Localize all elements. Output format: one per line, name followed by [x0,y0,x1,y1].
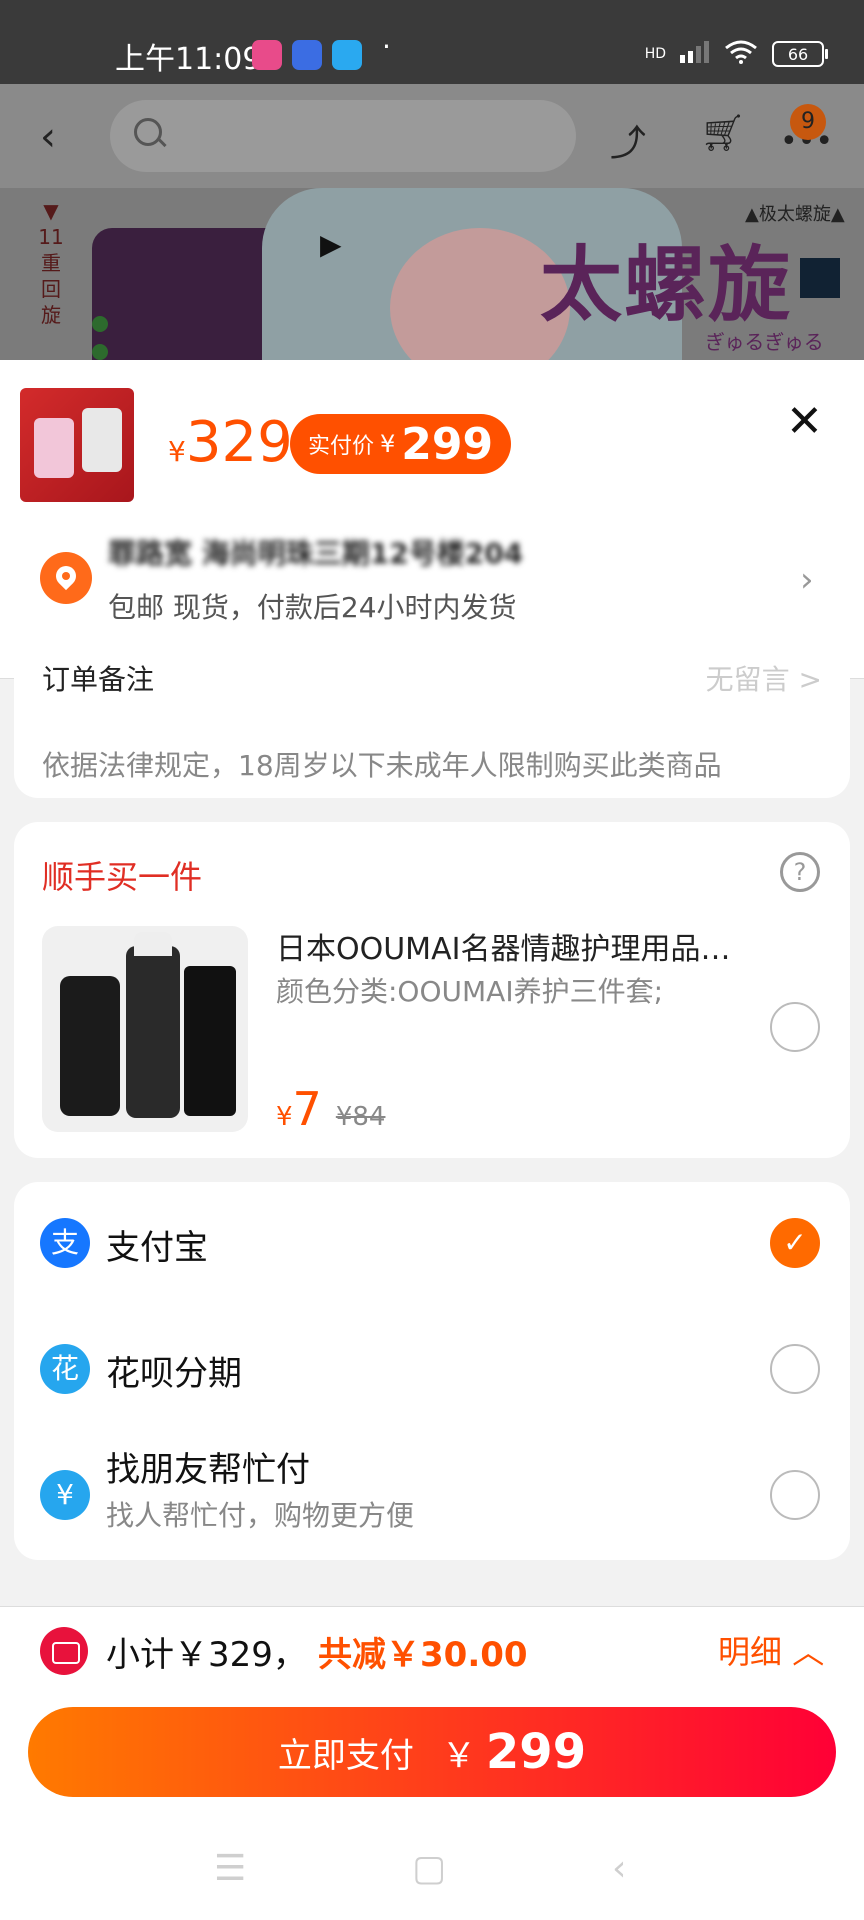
addon-price: ¥7 ¥84 [276,1082,385,1136]
banner-dots [92,316,108,360]
payment-option-huabei[interactable]: 花 花呗分期 [14,1308,850,1418]
status-time: 上午11:09 [115,42,262,77]
order-note-label[interactable]: 订单备注 [42,658,154,698]
pay-button-currency: ￥ [441,1735,476,1776]
huabei-icon: 花 [40,1344,90,1394]
location-icon [40,552,92,604]
banner-vertical-text: ▼ 11 重回旋 [38,199,64,327]
discount-text: 共减￥30.00 [318,1635,528,1675]
cart-icon[interactable]: 🛒︎ [700,112,746,154]
price-currency: ¥ [168,435,186,468]
pay-now-button[interactable]: 立即支付 ￥ 299 [28,1707,836,1797]
search-icon [134,118,162,146]
addon-product-name[interactable]: 日本OOUMAI名器情趣护理用品… [276,924,796,968]
addon-price-currency: ¥ [276,1102,293,1132]
home-icon[interactable]: ▢ [412,1848,446,1889]
signal-icon [680,41,710,67]
delivery-address[interactable]: 罪路宽 海尚明珠三期12号楼204 [108,532,523,572]
banner-shape [92,228,272,360]
shipping-info: 包邮 现货，付款后24小时内发货 [108,591,517,624]
play-icon[interactable]: ▶ [320,228,342,261]
addon-original-price: ¥84 [335,1102,386,1132]
order-notes-card: 订单备注 无留言 > 依据法律规定，18周岁以下未成年人限制购买此类商品 [14,663,850,798]
payment-name: 支付宝 [106,1228,208,1268]
pay-button-label: 立即支付 [277,1735,414,1776]
back-icon[interactable]: ‹ [612,1848,626,1889]
system-nav-bar: ☰ ▢ ‹ [0,1816,864,1920]
top-nav: ‹ ⤴ 🛒︎ ••• 9 [0,84,864,188]
addon-product-image[interactable] [42,926,248,1132]
product-thumbnail[interactable] [20,388,134,502]
close-icon[interactable]: ✕ [786,400,823,444]
order-note-value[interactable]: 无留言 > [706,658,822,698]
subtotal-text: 小计￥329， [106,1635,307,1675]
legal-notice: 依据法律规定，18周岁以下未成年人限制购买此类商品 [42,749,722,782]
payment-name: 花呗分期 [106,1354,242,1394]
actual-pay-badge: 实付价 ¥ 299 [290,414,512,474]
cart-badge: 9 [790,104,826,140]
back-arrow-icon[interactable]: ‹ [40,114,56,160]
addon-price-value: 7 [292,1082,322,1136]
sku-sheet: ¥329 实付价 ¥ 299 ✕ 罪路宽 海尚明珠三期12号楼204 包邮 现货… [0,360,864,679]
banner-title: 太螺旋 [540,238,793,333]
status-app-icons [252,40,362,70]
addon-product-spec: 颜色分类:OOUMAI养护三件套; [276,975,664,1008]
baidu-icon [292,40,322,70]
search-bar[interactable] [110,100,576,172]
detail-label: 明细 [718,1633,783,1671]
wifi-icon [724,40,758,68]
payment-option-alipay[interactable]: 支 支付宝 ✓ [14,1182,850,1292]
actual-pay-price: 299 [401,418,494,470]
payment-radio-selected[interactable]: ✓ [770,1218,820,1268]
coupon-icon [40,1627,88,1675]
banner-subtitle: ぎゅるぎゅる [705,330,824,354]
price-value: 329 [185,410,293,475]
price-detail-toggle[interactable]: 明细 ︿ [718,1627,824,1673]
signal-label: HD [644,46,666,62]
actual-pay-currency: ¥ [380,430,396,458]
battery-icon: 66 [772,41,828,67]
menu-icon[interactable]: ☰ [214,1848,246,1889]
help-icon[interactable]: ? [780,852,820,892]
alipay-icon: 支 [40,1218,90,1268]
pay-button-amount: 299 [485,1724,587,1780]
app-notification-icon [252,40,282,70]
addon-select-radio[interactable] [770,1002,820,1052]
actual-pay-label: 实付价 [308,434,375,459]
chevron-right-icon[interactable]: › [800,560,814,600]
product-banner: ▼ 11 重回旋 ▶ ▲极太螺旋▲ 太螺旋 ぎゅるぎゅる [0,188,864,360]
share-icon[interactable]: ⤴ [610,114,646,166]
browser-icon [332,40,362,70]
payment-name: 找朋友帮忙付 [106,1450,310,1490]
payment-subtitle: 找人帮忙付，购物更方便 [106,1499,415,1532]
payment-methods-card: 支 支付宝 ✓ 花 花呗分期 ¥ 找朋友帮忙付 找人帮忙付，购物更方便 [14,1182,850,1560]
friend-pay-icon: ¥ [40,1470,90,1520]
payment-option-friend-pay[interactable]: ¥ 找朋友帮忙付 找人帮忙付，购物更方便 [14,1432,850,1560]
addon-title: 顺手买一件 [42,858,203,896]
status-right: HD 66 [644,40,828,68]
payment-radio[interactable] [770,1470,820,1520]
addon-card: 顺手买一件 ? 日本OOUMAI名器情趣护理用品… 颜色分类:OOUMAI养护三… [14,822,850,1158]
status-bar: 上午11:09 · HD 66 [0,0,864,84]
checkout-footer: 小计￥329， 共减￥30.00 明细 ︿ 立即支付 ￥ 299 [0,1606,864,1817]
chevron-up-icon: ︿ [792,1633,825,1671]
product-price: ¥329 [168,410,293,475]
payment-radio[interactable] [770,1344,820,1394]
banner-qr-icon [800,258,840,298]
notification-dot-icon: · [382,30,391,63]
